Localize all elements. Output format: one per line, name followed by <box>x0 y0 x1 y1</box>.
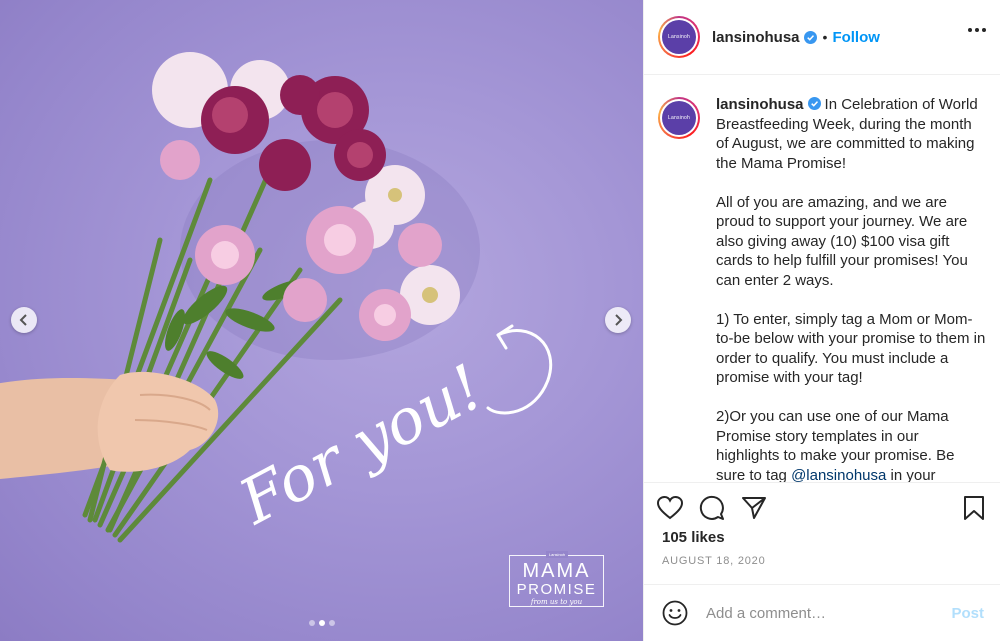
post-side-panel: Lansinoh lansinohusa • Follow Lansinoh l… <box>643 0 1000 641</box>
avatar-logo: Lansinoh <box>662 101 696 135</box>
previous-slide-button[interactable] <box>11 307 37 333</box>
avatar-ring: Lansinoh <box>660 18 698 56</box>
post-image[interactable]: For you! Lansinoh MAMA PROMISE from us t… <box>0 0 643 641</box>
like-button[interactable] <box>656 494 684 522</box>
carousel-indicator <box>309 620 335 626</box>
heart-icon <box>657 496 683 520</box>
avatar[interactable]: Lansinoh <box>658 16 700 58</box>
instagram-post: For you! Lansinoh MAMA PROMISE from us t… <box>0 0 1000 641</box>
caption-paragraph-3: 1) To enter, simply tag a Mom or Mom-to-… <box>716 310 986 387</box>
flower-bouquet-illustration: For you! <box>0 52 553 543</box>
caption-paragraph-4: 2)Or you can use one of our Mama Promise… <box>716 407 986 483</box>
logo-line-1: MAMA <box>522 560 591 582</box>
avatar-logo: Lansinoh <box>662 20 696 54</box>
share-icon <box>742 497 766 519</box>
carousel-dot <box>329 620 335 626</box>
more-options-button[interactable] <box>968 28 986 32</box>
comment-button[interactable] <box>698 494 726 522</box>
username-link[interactable]: lansinohusa <box>712 29 800 46</box>
post-comment-button[interactable]: Post <box>951 605 984 622</box>
more-icon-dot <box>982 28 986 32</box>
next-slide-button[interactable] <box>605 307 631 333</box>
caption-paragraph: lansinohusa In Celebration of World Breas… <box>716 95 986 173</box>
logo-tab-text: Lansinoh <box>546 551 568 558</box>
action-bar <box>644 483 1000 533</box>
caption-area[interactable]: Lansinoh lansinohusa In Celebration of Wo… <box>644 75 1000 483</box>
chevron-right-icon <box>615 314 623 326</box>
verified-badge-icon <box>803 30 817 44</box>
comment-icon <box>699 495 724 520</box>
caption-text: lansinohusa In Celebration of World Breas… <box>716 95 986 482</box>
logo-line-3: from us to you <box>530 598 583 606</box>
logo-line-2: PROMISE <box>516 581 597 598</box>
bookmark-icon <box>964 496 984 520</box>
save-button[interactable] <box>960 494 988 522</box>
carousel-dot-active <box>319 620 325 626</box>
more-icon-dot <box>975 28 979 32</box>
mention-link[interactable]: @lansinohusa <box>791 467 886 483</box>
share-button[interactable] <box>740 494 768 522</box>
follow-button[interactable]: Follow <box>832 29 880 46</box>
chevron-left-icon <box>19 314 27 326</box>
caption-username[interactable]: lansinohusa <box>716 96 804 113</box>
emoji-icon[interactable] <box>662 600 688 626</box>
comment-bar: Post <box>644 584 1000 641</box>
caption-avatar[interactable]: Lansinoh <box>658 97 700 139</box>
post-header: Lansinoh lansinohusa • Follow <box>644 0 1000 75</box>
separator-dot: • <box>822 29 828 45</box>
comment-input[interactable] <box>704 603 928 623</box>
post-date[interactable]: AUGUST 18, 2020 <box>644 555 1000 567</box>
verified-badge-icon <box>807 97 821 111</box>
more-icon <box>968 28 972 32</box>
avatar-ring: Lansinoh <box>660 99 698 137</box>
mama-promise-logo: Lansinoh MAMA PROMISE from us to you <box>509 551 604 607</box>
caption-paragraph-2: All of you are amazing, and we are proud… <box>716 193 968 289</box>
caption-tail: in your <box>886 466 936 483</box>
carousel-dot <box>309 620 315 626</box>
